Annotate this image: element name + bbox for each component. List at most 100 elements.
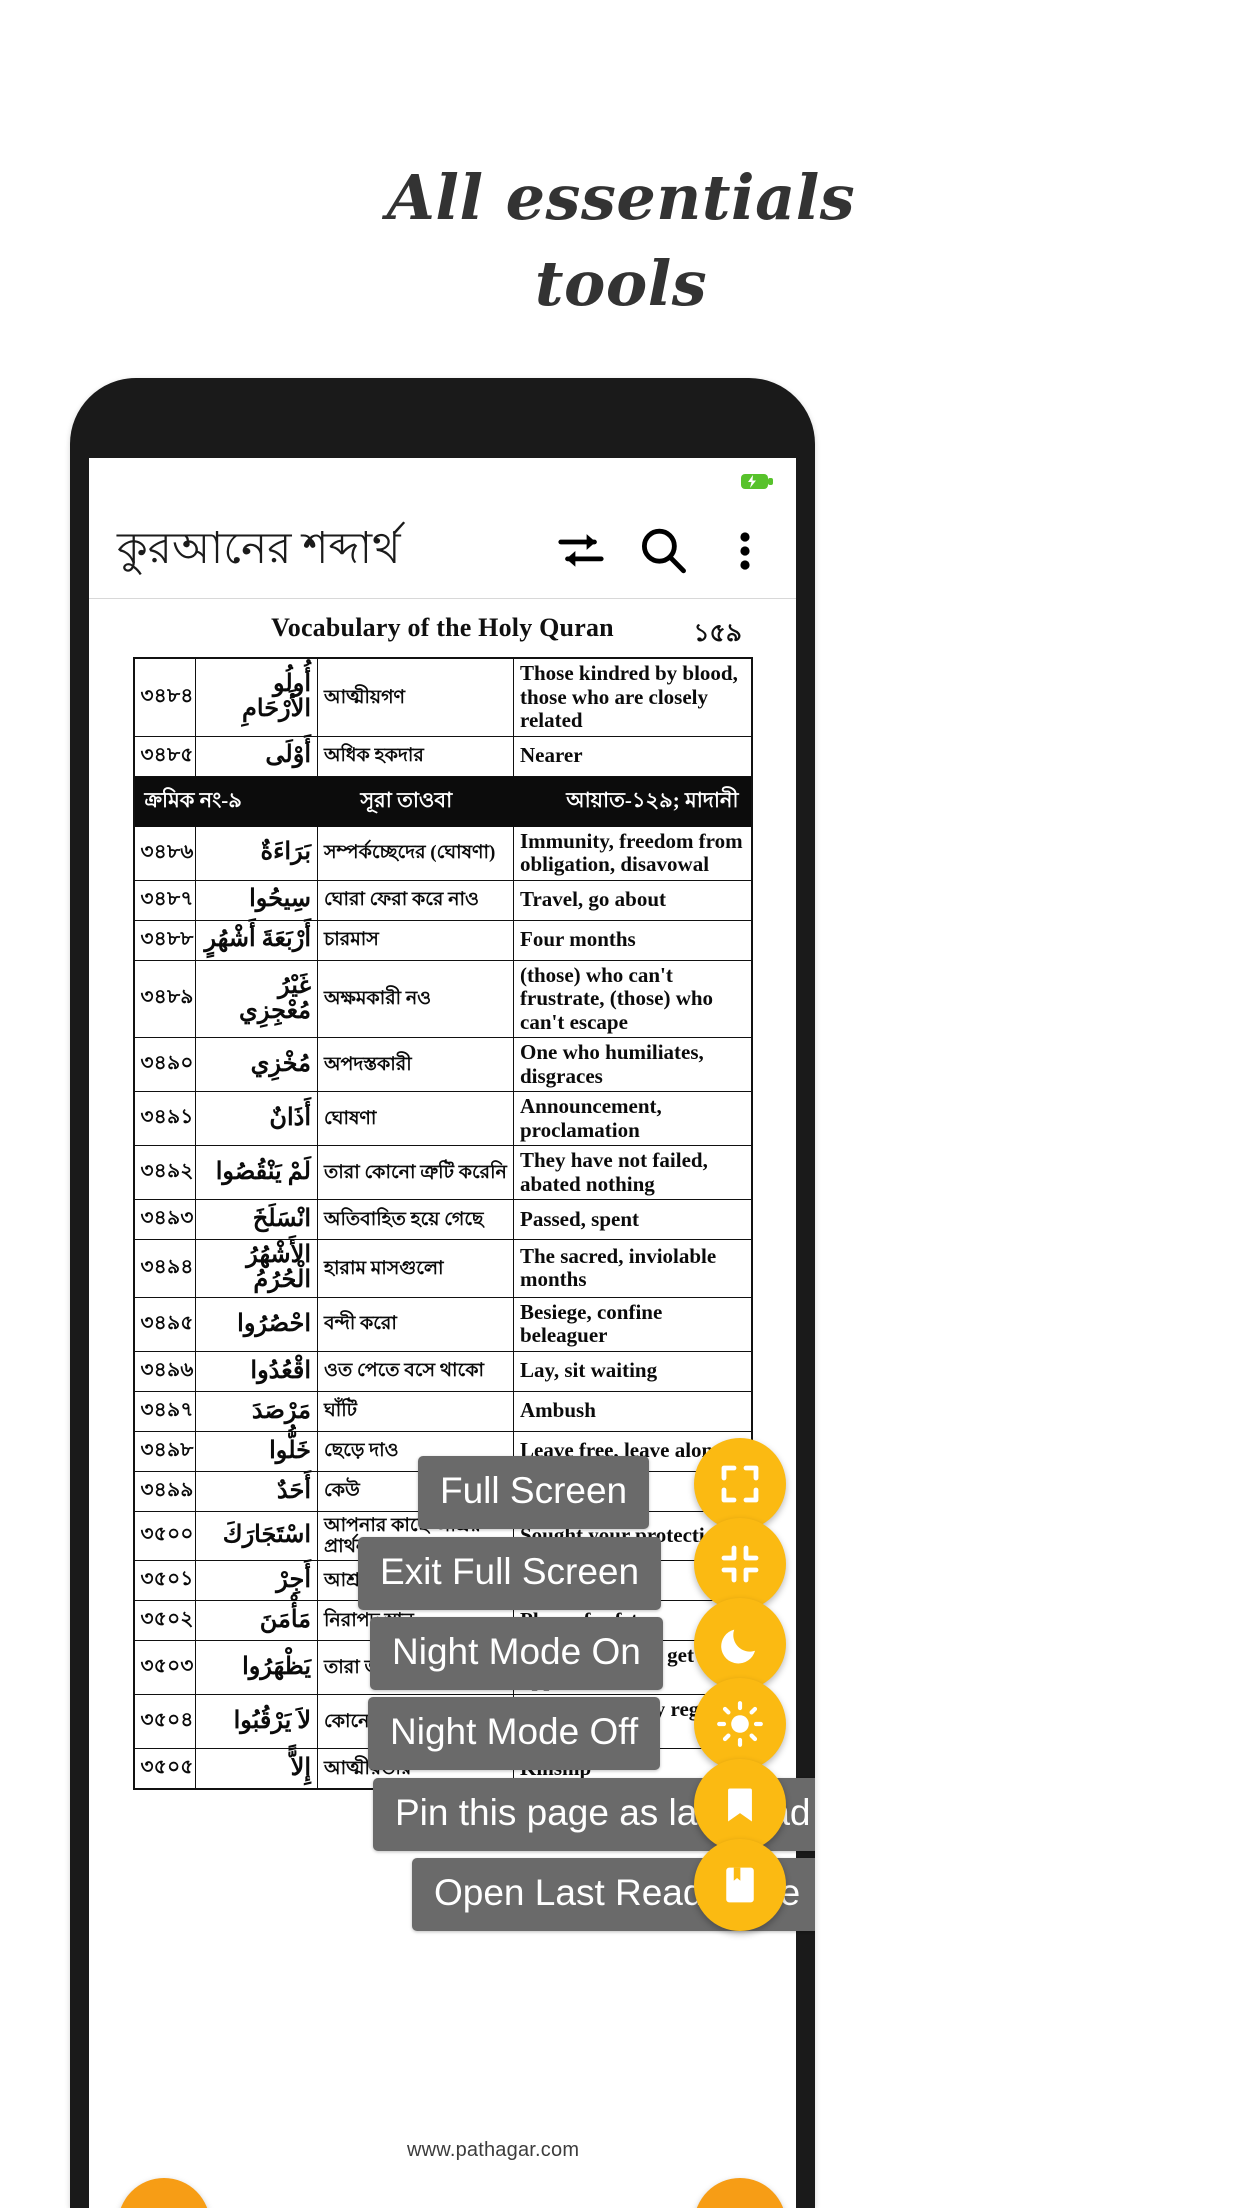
screenshot-root: All essentials tools কুরআনের শব্দার্থ Vo… (0, 0, 1242, 2208)
table-row: ৩৪৮৭ سِيحُوا ঘোরা ফেরা করে নাও Travel, go a… (133, 879, 752, 921)
table-row: ৩৪৮৫ أَوْلَى অধিক হকদার Nearer (133, 735, 752, 777)
cell-bengali: চারমাস (317, 919, 514, 961)
cell-arabic: أَوْلَى (195, 735, 318, 777)
fab-night-mode-off[interactable] (694, 1678, 786, 1770)
cell-english: Four months (513, 919, 752, 961)
cell-english: Ambush (513, 1390, 752, 1432)
cell-number: ৩৪৯৪ (133, 1239, 196, 1298)
cell-number: ৩৫০২ (133, 1600, 196, 1642)
app-bar-actions (544, 514, 782, 588)
cell-english: The sacred, inviolable months (513, 1239, 752, 1298)
swap-arrows-icon (558, 534, 604, 567)
cell-bengali: সম্পর্কচ্ছেদের (ঘোষণা) (317, 825, 514, 881)
fullscreen-exit-icon (721, 1545, 759, 1583)
book-bookmark-icon (726, 1867, 754, 1903)
cell-english: Announcement, proclamation (513, 1091, 752, 1147)
table-row: ৩৪৯১ أَذَانٌ ঘোষণা Announcement, proclamati… (133, 1091, 752, 1147)
cell-english: Those kindred by blood, those who are cl… (513, 657, 752, 737)
table-row: ৩৪৯৭ مَرْصَدَ ঘাঁটি Ambush (133, 1390, 752, 1432)
cell-bengali: অক্ষমকারী নও (317, 959, 514, 1039)
phone-screen: কুরআনের শব্দার্থ Vocabulary of the Holy … (89, 458, 796, 2208)
cell-arabic: مَأْمَنَ (195, 1600, 318, 1642)
cell-number: ৩৪৮৭ (133, 879, 196, 921)
cell-number: ৩৪৯০ (133, 1037, 196, 1093)
cell-number: ৩৫০৩ (133, 1640, 196, 1696)
app-bar: কুরআনের শব্দার্থ (89, 504, 796, 599)
cell-arabic: مُخْزِي (195, 1037, 318, 1093)
table-row: ৩৪৮৯ غَيْرُ مُعْجِزِي অক্ষমকারী নও (those) … (133, 959, 752, 1039)
cell-number: ৩৪৮৮ (133, 919, 196, 961)
table-row: ৩৪৮৮ أَرْبَعَةَ أَشْهُرٍ চারমাস Four months (133, 919, 752, 961)
overflow-menu-button[interactable] (708, 514, 782, 588)
cell-number: ৩৪৯২ (133, 1145, 196, 1201)
promo-headline: All essentials tools (0, 155, 1242, 327)
cell-arabic: الأَشْهُرُ الْحُرُمُ (195, 1239, 318, 1298)
fab-full-screen[interactable] (694, 1438, 786, 1530)
table-row: ৩৪৯৪ الأَشْهُرُ الْحُرُمُ হারাম মাসগুলো The… (133, 1239, 752, 1298)
watermark: www.pathagar.com (407, 2139, 580, 2161)
table-row: ৩৪৮৪ أُولُو الأَرْحَامِ আত্মীয়গণ Those kin… (133, 657, 752, 737)
promo-line-2: tools (534, 247, 708, 320)
search-button[interactable] (626, 514, 700, 588)
divider-label-center: সূরা তাওবা (360, 787, 453, 812)
cell-arabic: أَرْبَعَةَ أَشْهُرٍ (195, 919, 318, 961)
cell-number: ৩৪৯১ (133, 1091, 196, 1147)
cell-number: ৩৪৯৫ (133, 1296, 196, 1352)
cell-arabic: أَجِرْ (195, 1560, 318, 1602)
bookmark-icon (728, 1788, 752, 1822)
cell-english: Besiege, confine beleaguer (513, 1296, 752, 1352)
table-row: ৩৪৯৫ احْصُرُوا বন্দী করো Besiege, confine b… (133, 1296, 752, 1352)
cell-number: ৩৫০০ (133, 1510, 196, 1562)
cell-bengali: ঘাঁটি (317, 1390, 514, 1432)
cell-arabic: لاَ يَرْقُبُوا (195, 1694, 318, 1750)
moon-icon (721, 1629, 755, 1664)
tooltip-full-screen: Full Screen (418, 1456, 650, 1529)
fab-open-last-read[interactable] (694, 1839, 786, 1931)
cell-bengali: অতিবাহিত হয়ে গেছে (317, 1199, 514, 1241)
document-header-title: Vocabulary of the Holy Quran (271, 613, 614, 642)
divider-label-left: ক্রমিক নং-৯ (144, 787, 242, 812)
table-row: ৩৪৯২ لَمْ يَنْقُصُوا তারা কোনো ত্রুটি করেন… (133, 1145, 752, 1201)
fab-night-mode-on[interactable] (694, 1598, 786, 1690)
fab-exit-full-screen[interactable] (694, 1518, 786, 1610)
page-title: কুরআনের শব্দার্থ (117, 523, 401, 573)
cell-english: (those) who can't frustrate, (those) who… (513, 959, 752, 1039)
cell-arabic: يَظْهَرُوا (195, 1640, 318, 1696)
cell-english: Immunity, freedom from obligation, disav… (513, 825, 752, 881)
document-page[interactable]: Vocabulary of the Holy Quran ১৫৯ ৩৪৮৪ أُو… (89, 599, 796, 2208)
cell-bengali: অপদস্তকারী (317, 1037, 514, 1093)
cell-bengali: তারা কোনো ত্রুটি করেনি (317, 1145, 514, 1201)
cell-bengali: ঘোরা ফেরা করে নাও (317, 879, 514, 921)
cell-arabic: إِلاًّ (195, 1748, 318, 1790)
table-row: ৩৪৯৩ انْسَلَخَ অতিবাহিত হয়ে গেছে Passed, s… (133, 1199, 752, 1241)
cell-english: Travel, go about (513, 879, 752, 921)
cell-number: ৩৪৯৭ (133, 1390, 196, 1432)
cell-arabic: أُولُو الأَرْحَامِ (195, 657, 318, 737)
cell-number: ৩৪৯৯ (133, 1470, 196, 1512)
fullscreen-enter-icon (721, 1465, 759, 1503)
fab-pin-last-read[interactable] (694, 1759, 786, 1851)
cell-number: ৩৫০৪ (133, 1694, 196, 1750)
cell-english: Nearer (513, 735, 752, 777)
tooltip-exit-full-screen: Exit Full Screen (358, 1537, 662, 1610)
cell-number: ৩৫০১ (133, 1560, 196, 1602)
cell-arabic: غَيْرُ مُعْجِزِي (195, 959, 318, 1039)
cell-arabic: سِيحُوا (195, 879, 318, 921)
cell-bengali: ঘোষণা (317, 1091, 514, 1147)
cell-arabic: مَرْصَدَ (195, 1390, 318, 1432)
cell-number: ৩৪৮৯ (133, 959, 196, 1039)
cell-english: Lay, sit waiting (513, 1350, 752, 1392)
cell-arabic: اقْعُدُوا (195, 1350, 318, 1392)
cell-arabic: أَذَانٌ (195, 1091, 318, 1147)
table-section-divider: ক্রমিক নং-৯ সূরা তাওবা আয়াত-১২৯; মাদানী (133, 775, 752, 827)
cell-bengali: হারাম মাসগুলো (317, 1239, 514, 1298)
overflow-menu-icon (740, 532, 750, 570)
table-row: ৩৪৮৬ بَرَاءَةٌ সম্পর্কচ্ছেদের (ঘোষণা) Immun… (133, 825, 752, 881)
table-row: ৩৪৯০ مُخْزِي অপদস্তকারী One who humiliates,… (133, 1037, 752, 1093)
swap-arrows-button[interactable] (544, 514, 618, 588)
cell-arabic: اسْتَجَارَكَ (195, 1510, 318, 1562)
document-page-number: ১৫৯ (693, 620, 742, 647)
search-icon (641, 528, 686, 574)
cell-arabic: أَحَدٌ (195, 1470, 318, 1512)
table-row: ৩৪৯৬ اقْعُدُوا ওত পেতে বসে থাকো Lay, sit wa… (133, 1350, 752, 1392)
